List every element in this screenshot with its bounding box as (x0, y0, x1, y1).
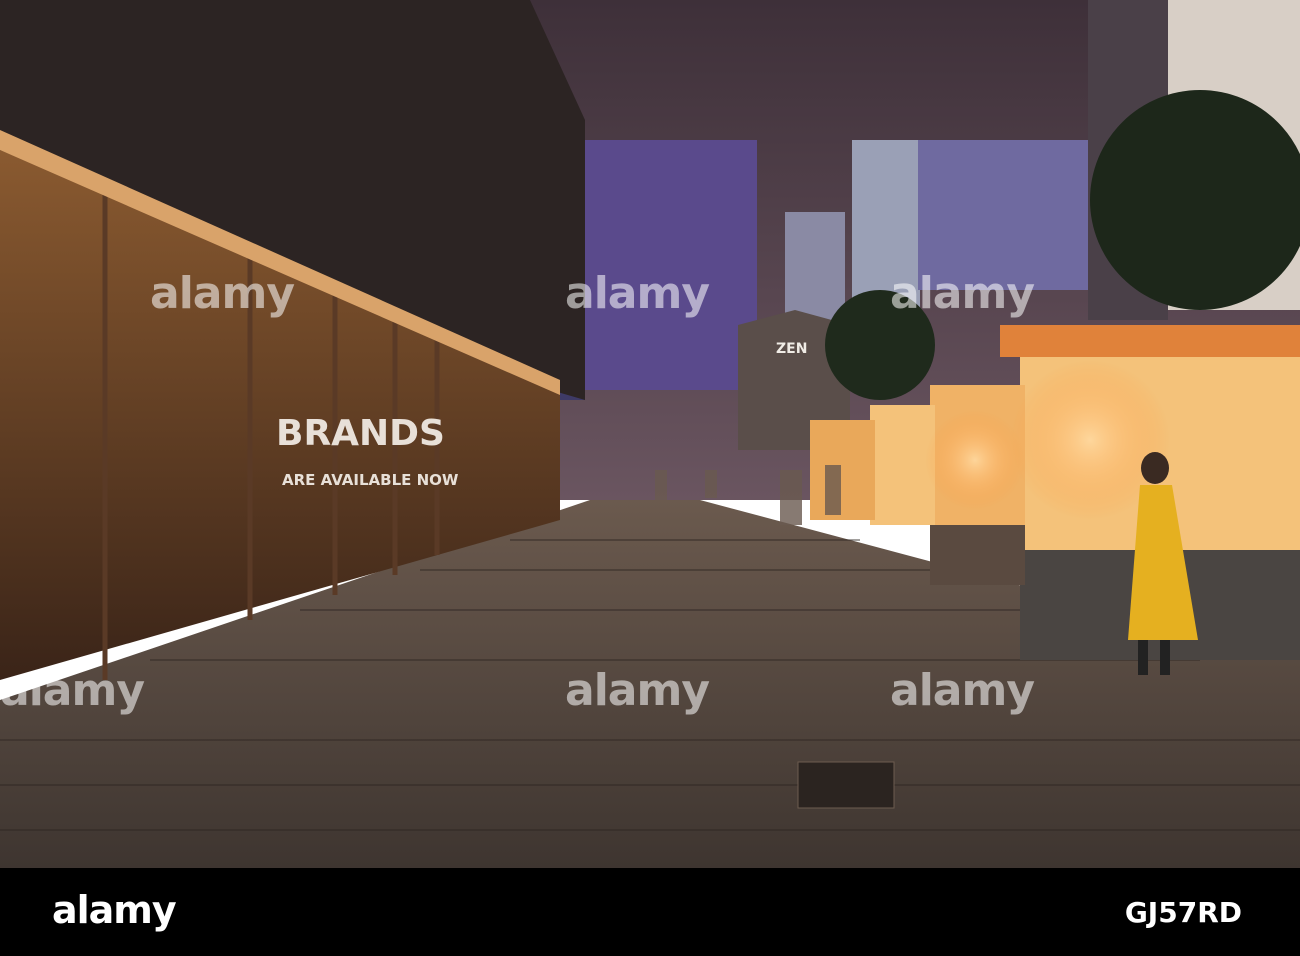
photo: BRANDS ARE AVAILABLE NOW ZEN alamy alamy… (0, 0, 1300, 868)
watermark: alamy (890, 268, 1035, 319)
tree (1090, 90, 1300, 310)
zen-sign: ZEN (776, 341, 807, 357)
street-scene: BRANDS ARE AVAILABLE NOW ZEN (0, 0, 1300, 868)
watermark: alamy (565, 665, 710, 716)
brands-subsign: ARE AVAILABLE NOW (282, 471, 459, 489)
watermark: alamy (0, 665, 145, 716)
watermark: alamy (890, 665, 1035, 716)
image-id: GJ57RD (1124, 896, 1242, 929)
brands-sign: BRANDS (276, 413, 445, 454)
watermark: alamy (565, 268, 710, 319)
drain-grate (797, 761, 895, 809)
watermark: alamy (150, 268, 295, 319)
alamy-logo: alamy (52, 888, 177, 932)
stock-info-strip: alamy GJ57RD (0, 868, 1300, 956)
